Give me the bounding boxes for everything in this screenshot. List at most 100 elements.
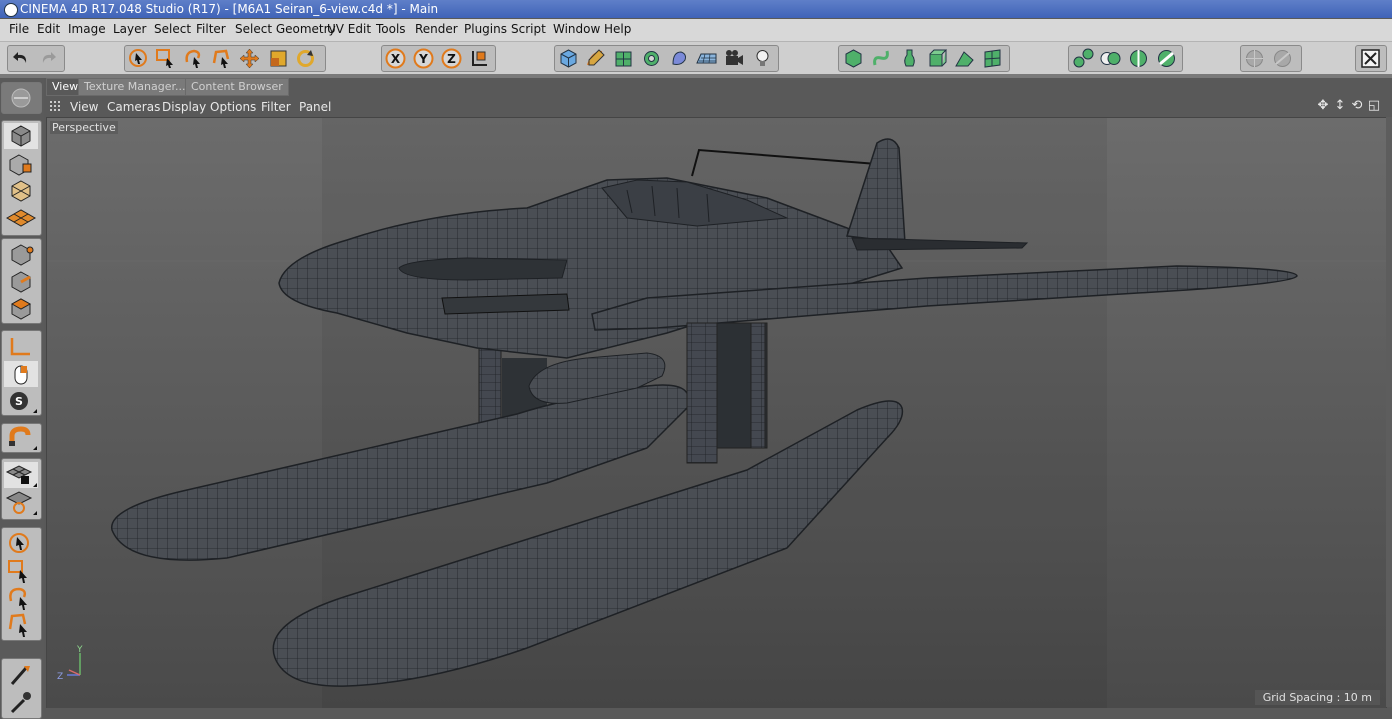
submenu-arrow-icon [33, 483, 37, 487]
extrude-icon[interactable] [926, 48, 947, 69]
viewport-menu-filter[interactable]: Filter [261, 100, 291, 114]
viewport-menu-cameras[interactable]: Cameras [107, 100, 160, 114]
camera-icon[interactable] [724, 48, 745, 69]
menu-uv-edit[interactable]: UV Edit [327, 22, 371, 36]
zoom-view-icon[interactable]: ↕ [1333, 99, 1347, 113]
make-editable-left-icon[interactable] [4, 85, 38, 111]
menu-select-geometry[interactable]: Select Geometry [235, 22, 336, 36]
render-view-icon[interactable] [1244, 48, 1265, 69]
menu-tools[interactable]: Tools [376, 22, 406, 36]
atom-array-icon[interactable] [1156, 48, 1177, 69]
uv-mode-icon[interactable] [4, 205, 38, 231]
live-selection-icon[interactable] [128, 48, 149, 69]
live-selection-left-icon[interactable] [4, 530, 38, 556]
deformer-icon[interactable] [669, 48, 690, 69]
metaball-icon[interactable] [1073, 48, 1094, 69]
submenu-arrow-icon [33, 446, 37, 450]
lasso-selection-left-icon[interactable] [4, 585, 38, 611]
rotate-icon[interactable] [295, 48, 316, 69]
lathe-icon[interactable] [899, 48, 920, 69]
menu-layer[interactable]: Layer [113, 22, 146, 36]
tab-texture-manager[interactable]: Texture Manager... [78, 78, 192, 96]
menu-window[interactable]: Window [553, 22, 600, 36]
rotate-view-icon[interactable]: ⟲ [1350, 99, 1364, 113]
pan-view-icon[interactable]: ✥ [1316, 99, 1330, 113]
rectangle-selection-icon[interactable] [155, 48, 176, 69]
polygon-selection-left-icon[interactable] [4, 612, 38, 638]
menu-file[interactable]: File [9, 22, 29, 36]
tab-content-browser[interactable]: Content Browser [185, 78, 289, 96]
workplane-options-button[interactable] [4, 490, 38, 516]
left-group-components [1, 238, 42, 324]
left-group-paint [1, 658, 42, 719]
mouse-tweak-icon [14, 365, 28, 385]
menu-render[interactable]: Render [415, 22, 458, 36]
panel-grip-icon[interactable] [50, 101, 60, 111]
layout-icon[interactable] [1360, 48, 1381, 69]
seaplane-model-render: Y Z [47, 118, 1386, 708]
layout-group [1355, 45, 1387, 72]
snap-button[interactable]: S [4, 388, 38, 414]
x-axis-lock-icon[interactable]: X [385, 48, 406, 69]
submenu-arrow-icon [33, 511, 37, 515]
generators-group [1068, 45, 1183, 72]
workplane-mode-icon[interactable] [4, 178, 38, 204]
sweep-icon[interactable] [954, 48, 975, 69]
model-mode-button[interactable] [4, 123, 38, 149]
viewport-menu-display[interactable]: Display [162, 100, 206, 114]
eyedropper-icon[interactable] [4, 690, 38, 716]
menu-script[interactable]: Script [511, 22, 546, 36]
viewport-menu-view[interactable]: View [70, 100, 98, 114]
coordinate-system-icon[interactable] [469, 48, 490, 69]
lock-workplane-button[interactable] [4, 462, 38, 488]
toggle-view-icon[interactable]: ◱ [1367, 99, 1381, 113]
subdivision-icon[interactable] [613, 48, 634, 69]
undo-icon[interactable] [11, 48, 32, 69]
left-group-lock [1, 458, 42, 520]
menu-select[interactable]: Select [154, 22, 191, 36]
menu-filter[interactable]: Filter [196, 22, 226, 36]
loft-icon[interactable] [982, 48, 1003, 69]
pen-spline-icon[interactable] [585, 48, 606, 69]
menu-help[interactable]: Help [604, 22, 631, 36]
rectangle-selection-left-icon[interactable] [4, 558, 38, 584]
redo-icon[interactable] [37, 48, 58, 69]
viewport-menu-options[interactable]: Options [210, 100, 256, 114]
viewport-menu-bar: View Cameras Display Options Filter Pane… [46, 96, 1392, 117]
tweak-mode-button[interactable] [4, 361, 38, 387]
magnet-button[interactable] [4, 425, 38, 451]
points-mode-icon[interactable] [4, 242, 38, 268]
y-axis-lock-icon[interactable]: Y [413, 48, 434, 69]
polygons-mode-icon[interactable] [4, 296, 38, 322]
enable-axis-icon[interactable] [4, 334, 38, 360]
floor-icon[interactable] [696, 48, 717, 69]
menu-image[interactable]: Image [68, 22, 106, 36]
spline-mode-icon[interactable] [871, 48, 892, 69]
cube-icon[interactable] [558, 48, 579, 69]
viewport-menu-panel[interactable]: Panel [299, 100, 331, 114]
menu-plugins[interactable]: Plugins [464, 22, 507, 36]
texture-mode-icon[interactable] [4, 151, 38, 177]
svg-text:X: X [391, 52, 401, 66]
mode-tools-group [838, 45, 1010, 72]
polygon-selection-icon[interactable] [211, 48, 232, 69]
bottom-panel-edge [46, 708, 1392, 717]
light-icon[interactable] [752, 48, 773, 69]
front-strut [686, 322, 718, 464]
array-icon[interactable] [641, 48, 662, 69]
render-group [1240, 45, 1302, 72]
boole-icon[interactable] [1100, 48, 1121, 69]
move-icon[interactable] [239, 48, 260, 69]
render-settings-icon[interactable] [1272, 48, 1293, 69]
make-editable-icon[interactable] [843, 48, 864, 69]
brush-icon[interactable] [4, 662, 38, 688]
left-group-axis: S [1, 330, 42, 416]
menu-edit[interactable]: Edit [37, 22, 60, 36]
z-axis-lock-icon[interactable]: Z [441, 48, 462, 69]
edges-mode-icon[interactable] [4, 269, 38, 295]
perspective-viewport[interactable]: Y Z Perspective Grid Spacing : 10 m [46, 117, 1387, 709]
lasso-selection-icon[interactable] [183, 48, 204, 69]
viewport-camera-label: Perspective [50, 121, 118, 134]
symmetry-icon[interactable] [1128, 48, 1149, 69]
scale-icon[interactable] [268, 48, 289, 69]
